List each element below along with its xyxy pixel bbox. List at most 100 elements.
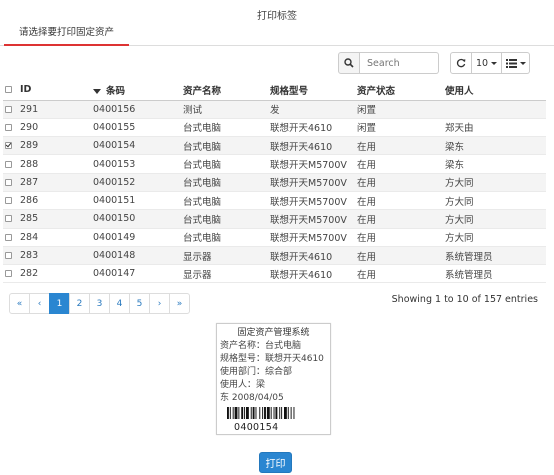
cell-status: 在用 bbox=[355, 264, 443, 284]
table-row[interactable]: 288 0400153 台式电脑 联想开天M5700V 在用 梁东 bbox=[3, 154, 546, 174]
select-all-checkbox[interactable] bbox=[5, 86, 12, 94]
select-all-cell bbox=[3, 80, 18, 101]
table-row[interactable]: 283 0400148 显示器 联想开天4610 在用 系统管理员 bbox=[3, 246, 546, 266]
row-checkbox[interactable] bbox=[5, 123, 12, 131]
table-header-row: ID 条码 资产名称 规格型号 资产状态 使用人 bbox=[3, 80, 546, 101]
page-button[interactable]: « bbox=[9, 293, 30, 314]
cell-status: 在用 bbox=[355, 228, 443, 247]
page-size-value: 10 bbox=[475, 57, 489, 69]
column-header-code[interactable]: 条码 bbox=[91, 80, 181, 101]
cell-model: 联想开天M5700V bbox=[268, 191, 355, 211]
label-line: 规格型号：联想开天4610 bbox=[220, 354, 324, 364]
table-row[interactable]: 289 0400154 台式电脑 联想开天4610 在用 梁东 bbox=[3, 136, 546, 156]
page-button[interactable]: ‹ bbox=[29, 293, 50, 314]
cell-user: 系统管理员 bbox=[443, 246, 546, 266]
column-header-user[interactable]: 使用人 bbox=[443, 80, 546, 101]
table-row[interactable]: 286 0400151 台式电脑 联想开天M5700V 在用 方大同 bbox=[3, 191, 546, 211]
cell-user: 梁东 bbox=[443, 136, 546, 156]
row-select-cell bbox=[3, 118, 18, 138]
cell-model: 联想开天M5700V bbox=[268, 209, 355, 229]
page-size-dropdown[interactable]: 10 bbox=[472, 52, 502, 74]
refresh-button[interactable] bbox=[450, 52, 472, 74]
page-button[interactable]: » bbox=[169, 293, 190, 314]
row-select-cell bbox=[3, 246, 18, 266]
page-button[interactable]: › bbox=[149, 293, 170, 314]
search-icon bbox=[344, 58, 354, 68]
search-button[interactable] bbox=[338, 52, 360, 74]
column-header-model[interactable]: 规格型号 bbox=[268, 80, 355, 101]
row-select-cell bbox=[3, 264, 18, 284]
page-button[interactable]: 4 bbox=[109, 293, 130, 314]
label-line: 资产名称：台式电脑 bbox=[220, 341, 302, 351]
columns-button[interactable] bbox=[502, 52, 530, 74]
row-select-cell bbox=[3, 173, 18, 192]
row-select-cell bbox=[3, 191, 18, 211]
row-checkbox[interactable] bbox=[5, 252, 12, 260]
row-checkbox[interactable] bbox=[5, 270, 12, 278]
label-lines: 资产名称：台式电脑规格型号：联想开天4610 使用部门：综合部 使用人：梁东 200… bbox=[220, 340, 330, 405]
row-checkbox[interactable] bbox=[5, 105, 12, 113]
cell-id: 284 bbox=[18, 228, 91, 247]
cell-code: 0400152 bbox=[91, 173, 181, 192]
cell-status: 在用 bbox=[355, 209, 443, 229]
cell-id: 289 bbox=[18, 136, 91, 156]
cell-name: 台式电脑 bbox=[181, 209, 268, 229]
cell-model: 发 bbox=[268, 100, 355, 119]
table-row[interactable]: 282 0400147 显示器 联想开天4610 在用 系统管理员 bbox=[3, 264, 546, 284]
table-row[interactable]: 291 0400156 测试发闲置 bbox=[3, 100, 546, 119]
cell-name: 台式电脑 bbox=[181, 154, 268, 174]
cell-status: 在用 bbox=[355, 246, 443, 266]
cell-model: 联想开天4610 bbox=[268, 246, 355, 266]
table-tools: 10 bbox=[450, 52, 530, 74]
table-row[interactable]: 284 0400149 台式电脑 联想开天M5700V 在用 方大同 bbox=[3, 228, 546, 247]
row-select-cell bbox=[3, 228, 18, 247]
row-select-cell bbox=[3, 100, 18, 119]
refresh-icon bbox=[456, 58, 466, 68]
cell-id: 285 bbox=[18, 209, 91, 229]
row-select-cell bbox=[3, 154, 18, 174]
cell-code: 0400153 bbox=[91, 154, 181, 174]
row-checkbox[interactable] bbox=[5, 160, 12, 168]
label-line: 使用人：梁 bbox=[220, 380, 266, 390]
cell-code: 0400151 bbox=[91, 191, 181, 211]
cell-model: 联想开天M5700V bbox=[268, 228, 355, 247]
row-checkbox[interactable] bbox=[5, 233, 12, 241]
cell-user: 系统管理员 bbox=[443, 264, 546, 284]
row-checkbox[interactable] bbox=[5, 215, 12, 223]
column-header-status[interactable]: 资产状态 bbox=[355, 80, 443, 101]
label-line: 使用部门：综合部 bbox=[220, 367, 293, 377]
cell-code: 0400147 bbox=[91, 264, 181, 284]
page-button[interactable]: 1 bbox=[49, 293, 70, 314]
table-row[interactable]: 285 0400150 台式电脑 联想开天M5700V 在用 方大同 bbox=[3, 209, 546, 229]
print-button[interactable]: 打印 bbox=[259, 452, 292, 473]
columns-list-icon bbox=[505, 58, 517, 68]
table-row[interactable]: 290 0400155 台式电脑 联想开天4610 闲置 郑天由 bbox=[3, 118, 546, 138]
table-row[interactable]: 287 0400152 台式电脑 联想开天M5700V 在用 方大同 bbox=[3, 173, 546, 192]
tab-select-assets[interactable]: 请选择要打印固定资产 bbox=[4, 22, 130, 46]
page-title: 打印标签 bbox=[257, 11, 297, 22]
row-checkbox[interactable] bbox=[5, 178, 12, 186]
page-button[interactable]: 3 bbox=[89, 293, 110, 314]
column-header-id[interactable]: ID bbox=[18, 80, 91, 101]
cell-id: 288 bbox=[18, 154, 91, 174]
label-line: 东 2008/04/05 bbox=[220, 393, 284, 403]
column-header-name[interactable]: 资产名称 bbox=[181, 80, 268, 101]
row-checkbox[interactable] bbox=[5, 142, 12, 150]
pagination-summary: Showing 1 to 10 of 157 entries bbox=[391, 294, 538, 305]
cell-status: 在用 bbox=[355, 173, 443, 192]
page-button[interactable]: 5 bbox=[129, 293, 150, 314]
cell-code: 0400148 bbox=[91, 246, 181, 266]
chevron-down-icon bbox=[491, 61, 498, 65]
cell-name: 台式电脑 bbox=[181, 118, 268, 138]
search-input[interactable] bbox=[360, 52, 439, 74]
cell-model: 联想开天M5700V bbox=[268, 173, 355, 192]
cell-model: 联想开天4610 bbox=[268, 118, 355, 138]
cell-name: 台式电脑 bbox=[181, 191, 268, 211]
cell-code: 0400155 bbox=[91, 118, 181, 138]
page-button[interactable]: 2 bbox=[69, 293, 90, 314]
cell-status: 在用 bbox=[355, 154, 443, 174]
cell-user: 方大同 bbox=[443, 228, 546, 247]
row-checkbox[interactable] bbox=[5, 197, 12, 205]
search-group bbox=[338, 52, 439, 74]
chevron-down-icon bbox=[519, 61, 526, 65]
